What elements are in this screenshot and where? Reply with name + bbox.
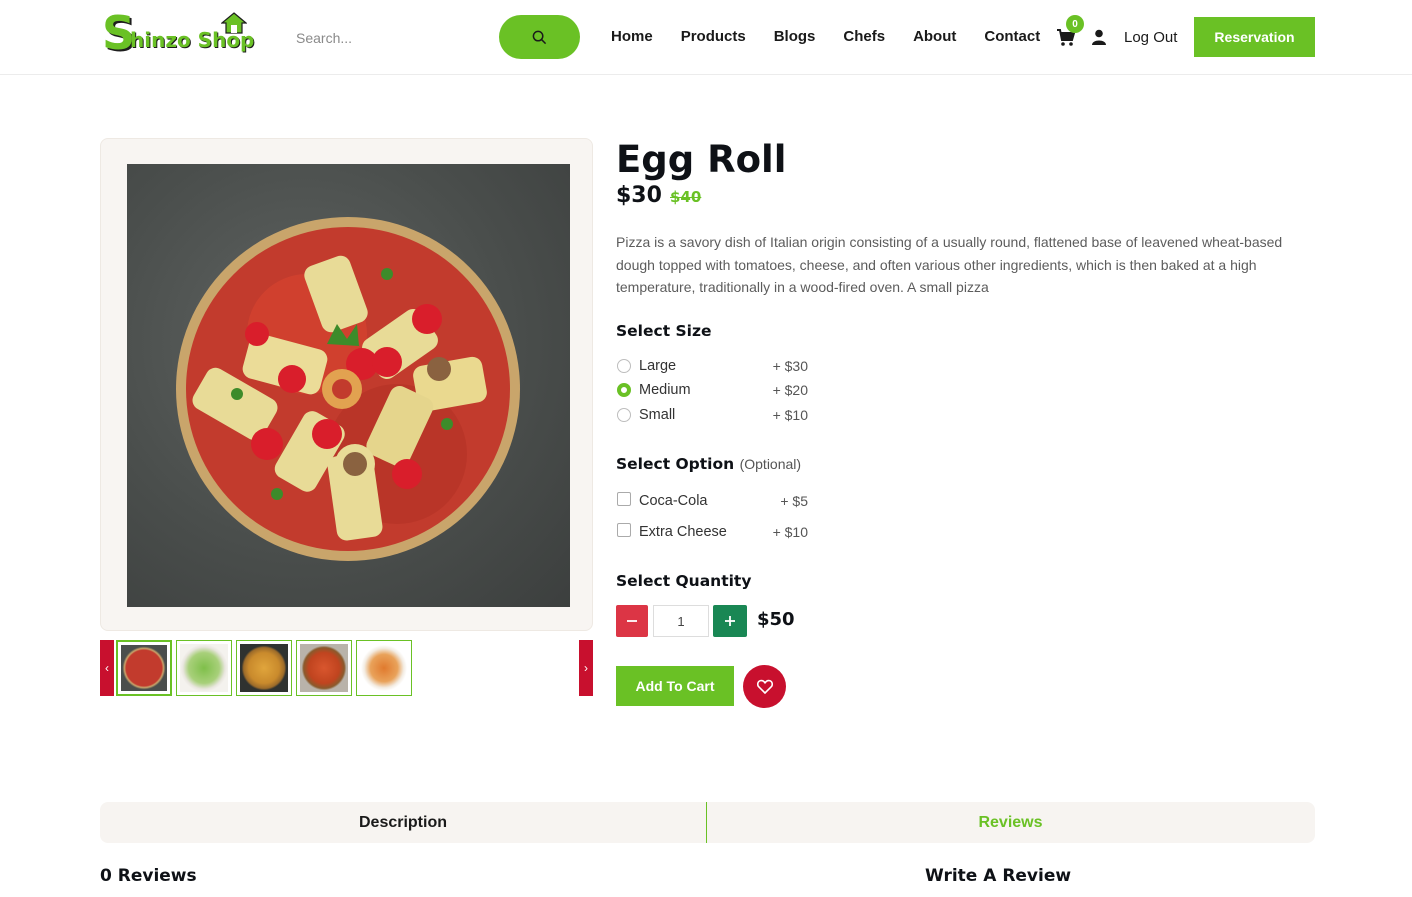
product-description: Pizza is a savory dish of Italian origin… bbox=[616, 234, 1283, 295]
thumbnail-image bbox=[121, 645, 167, 691]
thumbnail-next-button[interactable]: › bbox=[579, 640, 593, 696]
size-price: + $10 bbox=[772, 407, 808, 423]
size-radio[interactable] bbox=[617, 359, 631, 373]
heart-icon bbox=[756, 679, 773, 694]
product-main-photo bbox=[127, 164, 570, 607]
write-review-heading: Write A Review bbox=[925, 866, 1072, 886]
thumbnail-image bbox=[300, 644, 348, 692]
thumbnail-5[interactable] bbox=[356, 640, 412, 696]
size-option-medium[interactable]: Medium + $20 bbox=[616, 381, 808, 401]
select-option-label: Select Option bbox=[616, 455, 735, 473]
option-price: + $5 bbox=[780, 493, 808, 509]
thumbnail-1[interactable] bbox=[116, 640, 172, 696]
quantity-decrement-button[interactable] bbox=[616, 605, 648, 637]
nav-blogs[interactable]: Blogs bbox=[774, 28, 816, 45]
user-icon[interactable] bbox=[1091, 29, 1107, 45]
plus-icon bbox=[725, 616, 735, 626]
size-price: + $20 bbox=[772, 382, 808, 398]
quantity-total: $50 bbox=[757, 609, 795, 630]
search-button[interactable] bbox=[499, 15, 580, 59]
optional-label: (Optional) bbox=[739, 456, 802, 472]
option-coca-cola[interactable]: Coca-Cola + $5 bbox=[616, 492, 808, 512]
thumbnail-image bbox=[360, 644, 408, 692]
size-label: Small bbox=[639, 407, 676, 423]
product-price: $30 bbox=[616, 183, 662, 208]
select-size-title: Select Size bbox=[616, 322, 712, 340]
size-option-small[interactable]: Small + $10 bbox=[616, 406, 808, 426]
add-to-cart-button[interactable]: Add To Cart bbox=[616, 666, 734, 706]
quantity-increment-button[interactable] bbox=[713, 605, 747, 637]
select-quantity-title: Select Quantity bbox=[616, 572, 752, 590]
option-price: + $10 bbox=[772, 524, 808, 540]
nav-products[interactable]: Products bbox=[681, 28, 746, 45]
product-old-price: $40 bbox=[670, 188, 702, 206]
tab-description[interactable]: Description bbox=[100, 802, 707, 843]
tab-reviews[interactable]: Reviews bbox=[707, 802, 1314, 843]
reviews-count-heading: 0 Reviews bbox=[100, 866, 197, 886]
pasta-dish-illustration bbox=[176, 217, 520, 561]
thumbnail-prev-button[interactable]: ‹ bbox=[100, 640, 114, 696]
option-label: Coca-Cola bbox=[639, 493, 708, 509]
site-header: S hinzo Shop Home Products Blogs Chefs A… bbox=[0, 0, 1412, 75]
thumbnail-image bbox=[180, 644, 228, 692]
reservation-button[interactable]: Reservation bbox=[1194, 17, 1315, 57]
product-title: Egg Roll bbox=[616, 138, 787, 181]
option-extra-cheese[interactable]: Extra Cheese + $10 bbox=[616, 523, 808, 543]
minus-icon bbox=[627, 620, 637, 622]
option-checkbox[interactable] bbox=[617, 492, 631, 506]
size-price: + $30 bbox=[772, 358, 808, 374]
thumbnail-2[interactable] bbox=[176, 640, 232, 696]
main-nav: Home Products Blogs Chefs About Contact bbox=[611, 28, 1068, 45]
select-option-title: Select Option (Optional) bbox=[616, 455, 801, 473]
cart-count-badge: 0 bbox=[1066, 15, 1084, 33]
nav-chefs[interactable]: Chefs bbox=[843, 28, 885, 45]
size-radio-selected[interactable] bbox=[617, 383, 631, 397]
search-input[interactable] bbox=[286, 20, 486, 56]
option-label: Extra Cheese bbox=[639, 524, 727, 540]
product-image-card bbox=[100, 138, 593, 631]
quantity-input[interactable] bbox=[653, 605, 709, 637]
nav-contact[interactable]: Contact bbox=[984, 28, 1040, 45]
thumbnail-image bbox=[240, 644, 288, 692]
house-icon bbox=[221, 12, 247, 34]
nav-home[interactable]: Home bbox=[611, 28, 653, 45]
thumbnail-3[interactable] bbox=[236, 640, 292, 696]
size-label: Large bbox=[639, 358, 677, 374]
site-logo[interactable]: S hinzo Shop bbox=[102, 10, 257, 60]
size-label: Medium bbox=[639, 382, 691, 398]
size-option-large[interactable]: Large + $30 bbox=[616, 357, 808, 377]
wishlist-button[interactable] bbox=[743, 665, 786, 708]
option-checkbox[interactable] bbox=[617, 523, 631, 537]
size-radio[interactable] bbox=[617, 408, 631, 422]
search-icon bbox=[532, 30, 547, 44]
thumbnail-4[interactable] bbox=[296, 640, 352, 696]
nav-about[interactable]: About bbox=[913, 28, 956, 45]
logout-link[interactable]: Log Out bbox=[1124, 29, 1177, 46]
product-tabs: Description Reviews bbox=[100, 802, 1315, 843]
